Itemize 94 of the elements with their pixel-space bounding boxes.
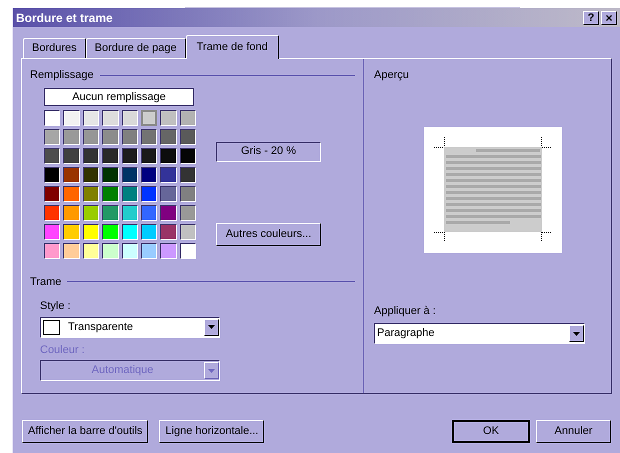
help-button[interactable]: ?: [583, 10, 599, 24]
dropdown-value: Paragraphe: [377, 326, 436, 342]
caret-icon: [573, 332, 580, 336]
color-swatch[interactable]: [122, 110, 138, 126]
tab[interactable]: Trame de fond: [186, 35, 279, 59]
dialog-button[interactable]: Afficher la barre d'outils: [22, 420, 148, 443]
dropdown-arrow-button[interactable]: [204, 318, 219, 336]
color-swatch[interactable]: [44, 204, 60, 220]
color-swatch[interactable]: [122, 186, 138, 202]
color-swatch[interactable]: [180, 166, 196, 182]
color-swatch[interactable]: [44, 242, 60, 258]
color-swatch[interactable]: [180, 186, 196, 202]
color-swatch[interactable]: [102, 224, 118, 240]
color-swatch[interactable]: [82, 186, 100, 202]
color-swatch[interactable]: [122, 242, 138, 258]
color-swatch[interactable]: [102, 242, 118, 258]
color-swatch[interactable]: [63, 166, 80, 182]
field-label: Appliquer à :: [374, 304, 437, 318]
caret-icon: [208, 368, 215, 372]
color-swatch[interactable]: [44, 148, 60, 164]
color-swatch[interactable]: [63, 242, 80, 258]
color-swatch[interactable]: [160, 166, 177, 182]
color-swatch[interactable]: [180, 148, 196, 164]
dialog-button[interactable]: Ligne horizontale...: [159, 420, 264, 443]
color-swatch[interactable]: [140, 166, 158, 182]
color-swatch[interactable]: [122, 148, 138, 164]
color-swatch[interactable]: [180, 224, 196, 240]
color-swatch[interactable]: [160, 242, 177, 258]
color-swatch[interactable]: [122, 128, 138, 144]
color-swatch[interactable]: [63, 224, 80, 240]
style-dropdown[interactable]: Transparente: [40, 316, 220, 338]
dialog-button[interactable]: Annuler: [536, 420, 611, 443]
color-swatch[interactable]: [180, 242, 196, 258]
dialog-button[interactable]: OK: [452, 420, 530, 443]
apply-to-dropdown[interactable]: Paragraphe: [374, 323, 585, 344]
color-swatch[interactable]: [160, 128, 177, 144]
close-button[interactable]: ×: [601, 10, 617, 24]
color-swatch[interactable]: [140, 128, 158, 144]
color-swatch[interactable]: [82, 128, 100, 144]
color-swatch[interactable]: [82, 148, 100, 164]
color-swatch[interactable]: [140, 242, 158, 258]
color-swatch[interactable]: [122, 224, 138, 240]
color-swatch[interactable]: [44, 128, 60, 144]
color-swatch[interactable]: [180, 110, 196, 126]
color-swatch[interactable]: [63, 110, 80, 126]
color-swatch[interactable]: [44, 186, 60, 202]
group-label: Trame: [30, 274, 62, 290]
tab[interactable]: Bordure de page: [86, 38, 186, 58]
no-fill-button[interactable]: Aucun remplissage: [44, 88, 194, 106]
color-swatch[interactable]: [140, 186, 158, 202]
color-swatch[interactable]: [102, 186, 118, 202]
dropdown-arrow-button[interactable]: [569, 325, 584, 342]
color-swatch[interactable]: [102, 128, 118, 144]
color-swatch[interactable]: [180, 204, 196, 220]
color-swatch[interactable]: [160, 148, 177, 164]
color-swatch[interactable]: [63, 204, 80, 220]
color-swatch[interactable]: [140, 224, 158, 240]
group-label: Remplissage: [30, 68, 94, 83]
color-swatch[interactable]: [44, 166, 60, 182]
color-swatch[interactable]: [160, 110, 177, 126]
color-swatch[interactable]: [44, 110, 60, 126]
color-swatch[interactable]: [160, 204, 177, 220]
color-swatch[interactable]: [44, 224, 60, 240]
group-label: Aperçu: [374, 68, 410, 83]
caret-icon: [208, 325, 215, 329]
color-swatch[interactable]: [160, 186, 177, 202]
color-swatch[interactable]: [102, 166, 118, 182]
color-swatch[interactable]: [63, 128, 80, 144]
color-swatch[interactable]: [63, 148, 80, 164]
color-swatch[interactable]: [82, 204, 100, 220]
color-swatch[interactable]: [63, 186, 80, 202]
dropdown-value: Automatique: [90, 363, 154, 378]
more-colors-button[interactable]: Autres couleurs...: [216, 222, 321, 246]
color-swatch[interactable]: [82, 166, 100, 182]
color-swatch[interactable]: [102, 204, 118, 220]
color-swatch[interactable]: [82, 242, 100, 258]
pattern-swatch: [43, 320, 60, 334]
color-swatch[interactable]: [122, 166, 138, 182]
field-label: Couleur :: [40, 342, 86, 358]
color-swatch[interactable]: [180, 128, 196, 144]
color-swatch[interactable]: [102, 110, 118, 126]
dropdown-value: Transparente: [68, 320, 134, 335]
color-swatch[interactable]: [82, 224, 100, 240]
color-swatch[interactable]: [82, 110, 100, 126]
window-title: Bordure et trame: [16, 10, 114, 26]
tab[interactable]: Bordures: [23, 38, 86, 58]
color-swatch[interactable]: [140, 148, 158, 164]
color-swatch[interactable]: [102, 148, 118, 164]
color-name-display: Gris - 20 %: [216, 142, 321, 162]
color-swatch[interactable]: [140, 110, 158, 126]
color-swatch[interactable]: [160, 224, 177, 240]
color-swatch[interactable]: [140, 204, 158, 220]
field-label: Style :: [40, 299, 72, 314]
color-swatch[interactable]: [122, 204, 138, 220]
